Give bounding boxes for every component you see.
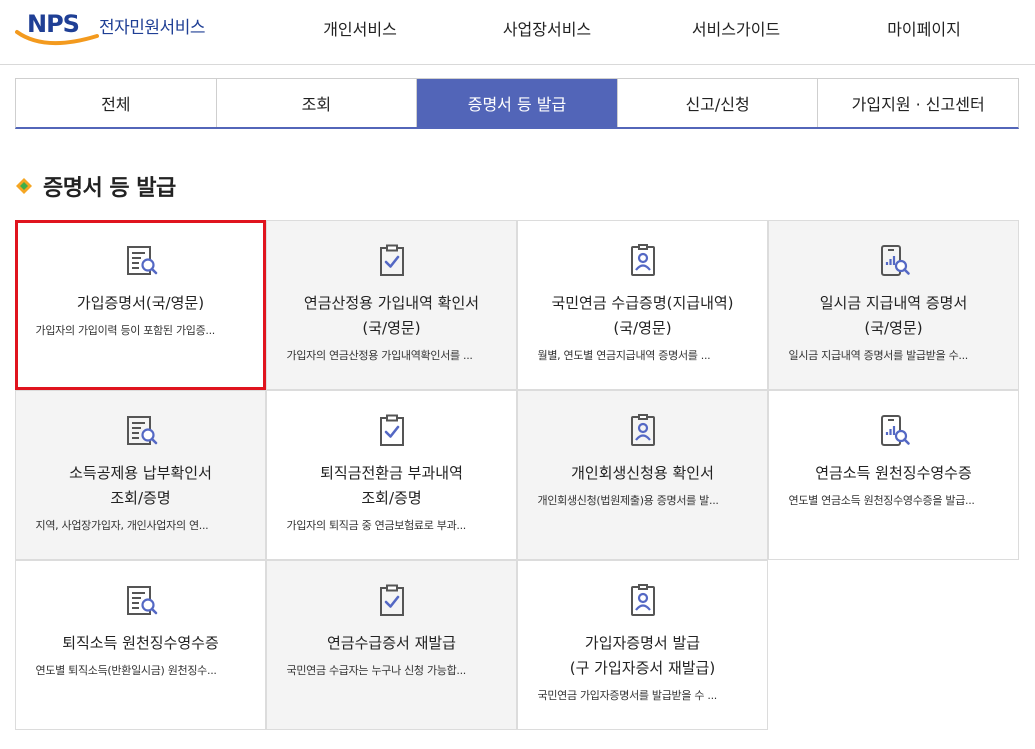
service-card[interactable]: 국민연금 수급증명(지급내역) (국/영문) 월별, 연도별 연금지급내역 증명서… bbox=[517, 220, 768, 390]
card-description: 지역, 사업장가입자, 개인사업자의 연... bbox=[35, 519, 209, 532]
tab-report-application[interactable]: 신고/신청 bbox=[617, 79, 819, 127]
nps-logo[interactable]: NPS 전자민원서비스 bbox=[15, 8, 225, 50]
clipboard-check-icon bbox=[374, 583, 410, 619]
gnb-workplace-services[interactable]: 사업장서비스 bbox=[447, 0, 647, 56]
card-title: 퇴직소득 원천징수영수증 bbox=[62, 634, 219, 652]
tab-inquiry[interactable]: 조회 bbox=[216, 79, 418, 127]
service-card[interactable]: 일시금 지급내역 증명서 (국/영문) 일시금 지급내역 증명서를 발급받을 수.… bbox=[768, 220, 1019, 390]
card-title: 국민연금 수급증명(지급내역) (국/영문) bbox=[551, 294, 734, 337]
service-card-grid: 가입증명서(국/영문) 가입자의 가입이력 등이 포함된 가입증... 연금산정용… bbox=[15, 220, 1019, 730]
card-description: 국민연금 수급자는 누구나 신청 가능합... bbox=[286, 664, 467, 677]
section-heading: 증명서 등 발급 bbox=[15, 170, 176, 202]
card-description: 개인회생신청(법원제출)용 증명서를 발... bbox=[537, 494, 719, 507]
service-card[interactable]: 가입증명서(국/영문) 가입자의 가입이력 등이 포함된 가입증... bbox=[15, 220, 266, 390]
logo-service-name: 전자민원서비스 bbox=[99, 17, 205, 38]
logo-mark: NPS bbox=[15, 8, 99, 50]
document-search-icon bbox=[123, 243, 159, 279]
device-chart-search-icon bbox=[876, 243, 912, 279]
service-card[interactable]: 퇴직금전환금 부과내역 조회/증명가입자의 퇴직금 중 연금보험료로 부과... bbox=[266, 390, 517, 560]
card-description: 연도별 퇴직소득(반환일시금) 원천징수... bbox=[35, 664, 217, 677]
service-card[interactable]: 퇴직소득 원천징수영수증연도별 퇴직소득(반환일시금) 원천징수... bbox=[15, 560, 266, 730]
person-badge-icon bbox=[625, 243, 661, 279]
card-description: 일시금 지급내역 증명서를 발급받을 수... bbox=[788, 349, 969, 362]
card-title: 연금수급증서 재발급 bbox=[327, 634, 456, 652]
service-card[interactable]: 가입자증명서 발급 (구 가입자증서 재발급) 국민연금 가입자증명서를 발급받을… bbox=[517, 560, 768, 730]
clipboard-check-icon bbox=[374, 413, 410, 449]
card-title: 소득공제용 납부확인서 조회/증명 bbox=[69, 464, 212, 507]
card-title: 연금소득 원천징수영수증 bbox=[815, 464, 972, 482]
service-card[interactable]: 개인회생신청용 확인서개인회생신청(법원제출)용 증명서를 발... bbox=[517, 390, 768, 560]
card-title: 가입자증명서 발급 (구 가입자증서 재발급) bbox=[569, 634, 716, 677]
tab-enrollment-support[interactable]: 가입지원 · 신고센터 bbox=[818, 79, 1018, 127]
logo-swoosh-icon bbox=[15, 30, 99, 46]
service-card[interactable]: 연금산정용 가입내역 확인서 (국/영문) 가입자의 연금산정용 가입내역확인서를… bbox=[266, 220, 517, 390]
card-description: 가입자의 가입이력 등이 포함된 가입증... bbox=[35, 324, 216, 337]
tab-all[interactable]: 전체 bbox=[16, 79, 217, 127]
gnb-personal-services[interactable]: 개인서비스 bbox=[260, 0, 460, 56]
card-description: 연도별 연금소득 원천징수영수증을 발급... bbox=[788, 494, 975, 507]
category-tabs: 전체 조회 증명서 등 발급 신고/신청 가입지원 · 신고센터 bbox=[15, 78, 1019, 129]
card-title: 일시금 지급내역 증명서 (국/영문) bbox=[819, 294, 968, 337]
document-search-icon bbox=[123, 413, 159, 449]
card-title: 연금산정용 가입내역 확인서 (국/영문) bbox=[303, 294, 480, 337]
service-card[interactable]: 연금소득 원천징수영수증연도별 연금소득 원천징수영수증을 발급... bbox=[768, 390, 1019, 560]
person-badge-icon bbox=[625, 413, 661, 449]
document-search-icon bbox=[123, 583, 159, 619]
card-description: 월별, 연도별 연금지급내역 증명서를 ... bbox=[537, 349, 711, 362]
page-title: 증명서 등 발급 bbox=[43, 176, 176, 201]
card-description: 국민연금 가입자증명서를 발급받을 수 ... bbox=[537, 689, 718, 702]
card-title: 가입증명서(국/영문) bbox=[76, 294, 205, 312]
clipboard-check-icon bbox=[374, 243, 410, 279]
gnb-my-page[interactable]: 마이페이지 bbox=[824, 0, 1024, 56]
card-title: 퇴직금전환금 부과내역 조회/증명 bbox=[320, 464, 463, 507]
gnb-service-guide[interactable]: 서비스가이드 bbox=[636, 0, 836, 56]
tab-certificate-issuance[interactable]: 증명서 등 발급 bbox=[417, 79, 618, 127]
site-header: NPS 전자민원서비스 개인서비스 사업장서비스 서비스가이드 마이페이지 bbox=[0, 0, 1035, 65]
card-description: 가입자의 퇴직금 중 연금보험료로 부과... bbox=[286, 519, 467, 532]
card-title: 개인회생신청용 확인서 bbox=[571, 464, 714, 482]
service-card[interactable]: 소득공제용 납부확인서 조회/증명지역, 사업장가입자, 개인사업자의 연... bbox=[15, 390, 266, 560]
device-chart-search-icon bbox=[876, 413, 912, 449]
diamond-bullet-icon bbox=[16, 178, 32, 194]
service-card[interactable]: 연금수급증서 재발급국민연금 수급자는 누구나 신청 가능합... bbox=[266, 560, 517, 730]
card-description: 가입자의 연금산정용 가입내역확인서를 ... bbox=[286, 349, 473, 362]
person-badge-icon bbox=[625, 583, 661, 619]
